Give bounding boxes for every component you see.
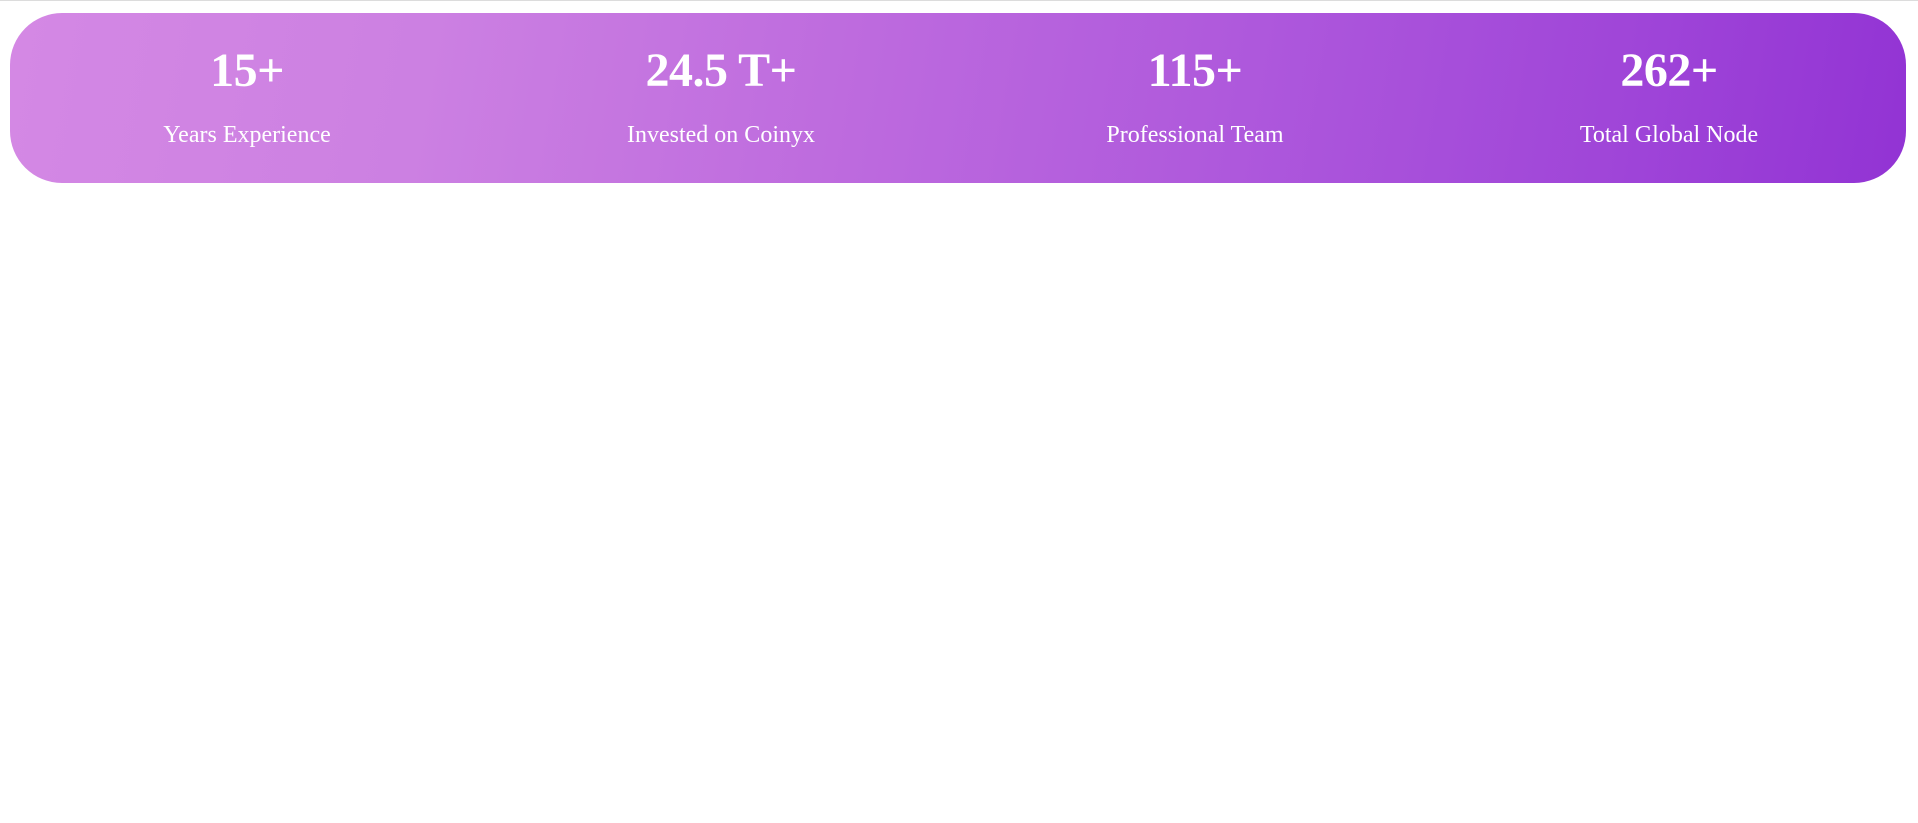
stat-value: 262+ bbox=[1620, 44, 1718, 97]
stat-label: Years Experience bbox=[163, 122, 331, 148]
stat-value: 115+ bbox=[1147, 44, 1243, 97]
top-divider bbox=[0, 0, 1918, 1]
stat-label: Professional Team bbox=[1106, 122, 1284, 148]
stat-label: Invested on Coinyx bbox=[627, 122, 815, 148]
stat-invested: 24.5 T+ Invested on Coinyx bbox=[484, 13, 958, 183]
stat-global-node: 262+ Total Global Node bbox=[1432, 13, 1906, 183]
stat-label: Total Global Node bbox=[1579, 122, 1759, 148]
stat-years-experience: 15+ Years Experience bbox=[10, 13, 484, 183]
stat-professional-team: 115+ Professional Team bbox=[958, 13, 1432, 183]
stat-value: 24.5 T+ bbox=[645, 44, 798, 97]
stat-value: 15+ bbox=[210, 44, 284, 97]
stats-banner: 15+ Years Experience 24.5 T+ Invested on… bbox=[10, 13, 1906, 183]
